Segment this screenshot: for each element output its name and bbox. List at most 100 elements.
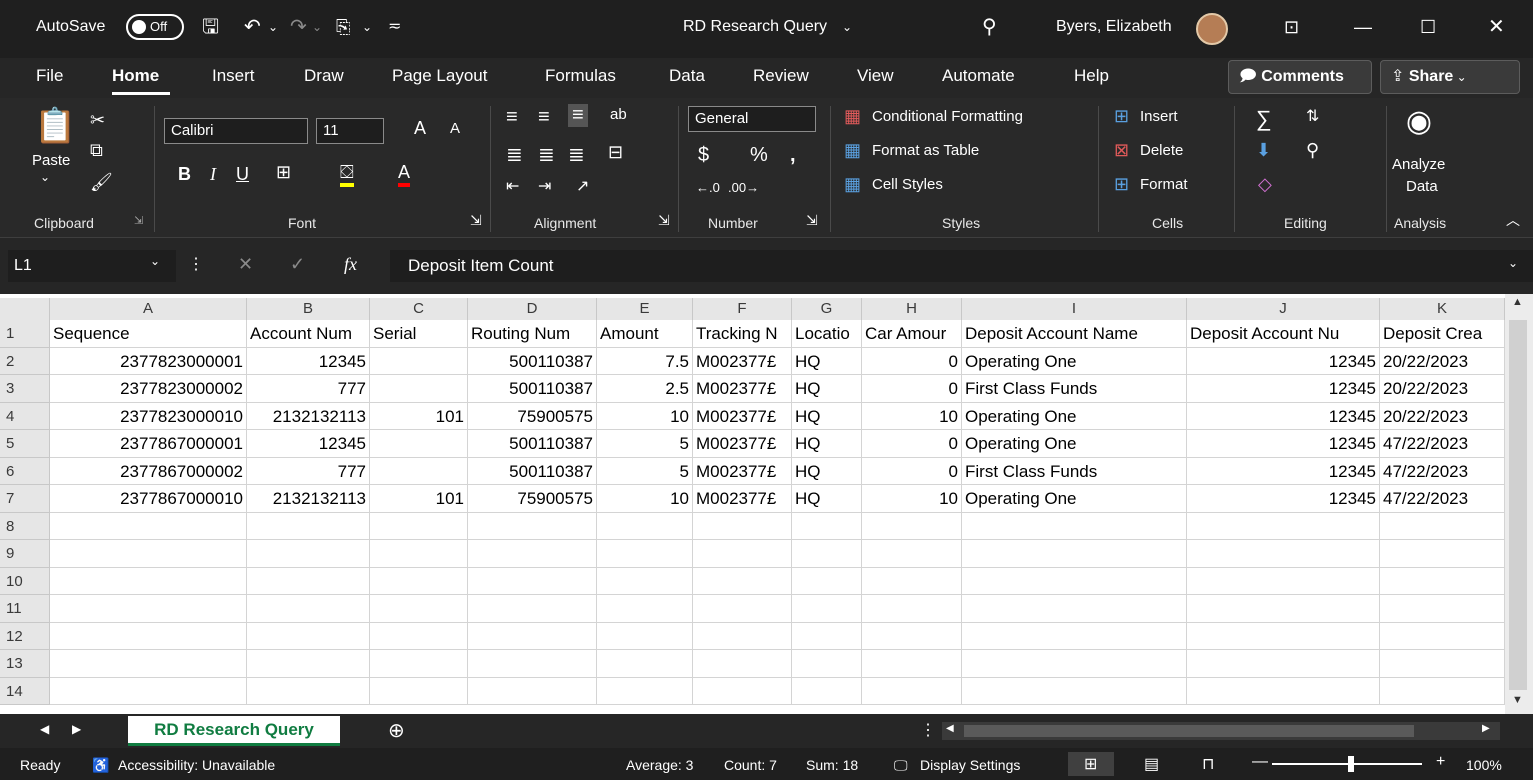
decrease-font-icon[interactable]: A xyxy=(450,120,460,137)
share-button[interactable]: ⇪ Share ⌄ xyxy=(1380,60,1520,94)
row-header-1[interactable]: 1 xyxy=(0,320,50,348)
column-header-b[interactable]: B xyxy=(247,298,370,320)
table-cell[interactable]: 2377823000001 xyxy=(50,347,247,375)
accessibility-status[interactable]: Accessibility: Unavailable xyxy=(118,757,275,773)
zoom-slider-thumb[interactable] xyxy=(1348,756,1354,772)
empty-cell[interactable] xyxy=(247,650,370,678)
close-icon[interactable]: ✕ xyxy=(1488,12,1505,42)
tab-file[interactable]: File xyxy=(36,66,63,86)
empty-cell[interactable] xyxy=(1187,622,1380,650)
table-cell[interactable]: 101 xyxy=(370,402,468,430)
table-cell[interactable]: HQ xyxy=(792,402,862,430)
conditional-formatting-icon[interactable]: ▦ xyxy=(844,106,861,127)
empty-cell[interactable] xyxy=(1380,650,1505,678)
tab-help[interactable]: Help xyxy=(1074,66,1109,86)
table-cell[interactable]: 12345 xyxy=(1187,457,1380,485)
table-cell[interactable]: 20/22/2023 xyxy=(1380,375,1505,403)
display-settings-icon[interactable]: 🖵 xyxy=(894,757,908,774)
minimize-icon[interactable]: — xyxy=(1354,12,1372,42)
empty-cell[interactable] xyxy=(962,512,1187,540)
row-header-11[interactable]: 11 xyxy=(0,595,50,623)
empty-cell[interactable] xyxy=(468,622,597,650)
empty-cell[interactable] xyxy=(247,622,370,650)
prev-sheet-icon[interactable]: ◀ xyxy=(40,722,49,736)
sum-stat[interactable]: Sum: 18 xyxy=(806,757,858,773)
table-cell[interactable]: 500110387 xyxy=(468,430,597,458)
table-cell[interactable]: 7.5 xyxy=(597,347,693,375)
cell-styles-button[interactable]: Cell Styles xyxy=(872,176,943,193)
currency-icon[interactable]: $ xyxy=(698,144,709,167)
paste-chevron-down-icon[interactable]: ⌄ xyxy=(40,170,50,184)
table-cell[interactable]: 12345 xyxy=(1187,375,1380,403)
decrease-decimal-icon[interactable]: .00→ xyxy=(728,180,759,195)
table-cell[interactable]: M002377£ xyxy=(693,402,792,430)
empty-cell[interactable] xyxy=(792,650,862,678)
comma-style-icon[interactable]: , xyxy=(790,144,796,167)
empty-cell[interactable] xyxy=(862,512,962,540)
table-cell[interactable]: 10 xyxy=(597,485,693,513)
empty-cell[interactable] xyxy=(50,540,247,568)
empty-cell[interactable] xyxy=(597,650,693,678)
table-cell[interactable]: 47/22/2023 xyxy=(1380,485,1505,513)
maximize-icon[interactable]: ☐ xyxy=(1420,12,1436,42)
empty-cell[interactable] xyxy=(962,567,1187,595)
format-as-table-icon[interactable]: ▦ xyxy=(844,140,861,161)
table-cell[interactable]: First Class Funds xyxy=(962,375,1187,403)
row-header-4[interactable]: 4 xyxy=(0,402,50,430)
customize-toolbar-icon[interactable]: ≂ xyxy=(388,12,401,42)
empty-cell[interactable] xyxy=(1187,677,1380,705)
paste-label[interactable]: Paste xyxy=(32,152,70,169)
empty-cell[interactable] xyxy=(862,540,962,568)
table-cell[interactable]: HQ xyxy=(792,347,862,375)
table-cell[interactable]: 0 xyxy=(862,457,962,485)
document-title[interactable]: RD Research Query xyxy=(683,12,827,42)
header-cell[interactable]: Serial xyxy=(370,320,468,348)
empty-cell[interactable] xyxy=(468,595,597,623)
analyze-data-icon[interactable]: ◉ xyxy=(1398,104,1440,139)
cut-icon[interactable]: ✂ xyxy=(90,110,105,131)
empty-cell[interactable] xyxy=(597,540,693,568)
table-cell[interactable]: 12345 xyxy=(1187,402,1380,430)
next-sheet-icon[interactable]: ▶ xyxy=(72,722,81,736)
decrease-indent-icon[interactable]: ⇤ xyxy=(506,176,519,196)
table-cell[interactable]: 12345 xyxy=(1187,485,1380,513)
percent-icon[interactable]: % xyxy=(750,144,768,167)
table-cell[interactable]: Operating One xyxy=(962,430,1187,458)
empty-cell[interactable] xyxy=(1187,650,1380,678)
autosum-icon[interactable]: ∑ xyxy=(1256,106,1272,132)
table-cell[interactable]: 2.5 xyxy=(597,375,693,403)
table-cell[interactable]: 75900575 xyxy=(468,485,597,513)
increase-indent-icon[interactable]: ⇥ xyxy=(538,176,551,196)
comments-button[interactable]: 🗩 Comments xyxy=(1228,60,1372,94)
empty-cell[interactable] xyxy=(1187,512,1380,540)
header-cell[interactable]: Tracking N xyxy=(693,320,792,348)
header-cell[interactable]: Sequence xyxy=(50,320,247,348)
row-header-6[interactable]: 6 xyxy=(0,457,50,485)
empty-cell[interactable] xyxy=(1187,567,1380,595)
table-cell[interactable]: 5 xyxy=(597,457,693,485)
empty-cell[interactable] xyxy=(862,650,962,678)
insert-cells-button[interactable]: Insert xyxy=(1140,108,1178,125)
redo-dropdown-icon[interactable]: ⌄ xyxy=(312,12,322,42)
table-cell[interactable]: 2377823000010 xyxy=(50,402,247,430)
table-cell[interactable]: 500110387 xyxy=(468,347,597,375)
search-icon[interactable]: ⚲ xyxy=(982,12,997,42)
column-header-c[interactable]: C xyxy=(370,298,468,320)
empty-cell[interactable] xyxy=(792,567,862,595)
table-cell[interactable]: 20/22/2023 xyxy=(1380,347,1505,375)
table-cell[interactable]: 2132132113 xyxy=(247,485,370,513)
increase-font-icon[interactable]: A xyxy=(414,118,426,139)
delete-cells-button[interactable]: Delete xyxy=(1140,142,1183,159)
more-options-icon[interactable]: ⋮ xyxy=(188,254,204,274)
row-header-10[interactable]: 10 xyxy=(0,567,50,595)
tab-automate[interactable]: Automate xyxy=(942,66,1015,86)
empty-cell[interactable] xyxy=(247,512,370,540)
title-chevron-down-icon[interactable]: ⌄ xyxy=(842,12,852,42)
empty-cell[interactable] xyxy=(247,677,370,705)
table-cell[interactable]: 2377867000010 xyxy=(50,485,247,513)
cell-styles-icon[interactable]: ▦ xyxy=(844,174,861,195)
empty-cell[interactable] xyxy=(468,540,597,568)
empty-cell[interactable] xyxy=(468,512,597,540)
empty-cell[interactable] xyxy=(50,595,247,623)
column-header-f[interactable]: F xyxy=(693,298,792,320)
